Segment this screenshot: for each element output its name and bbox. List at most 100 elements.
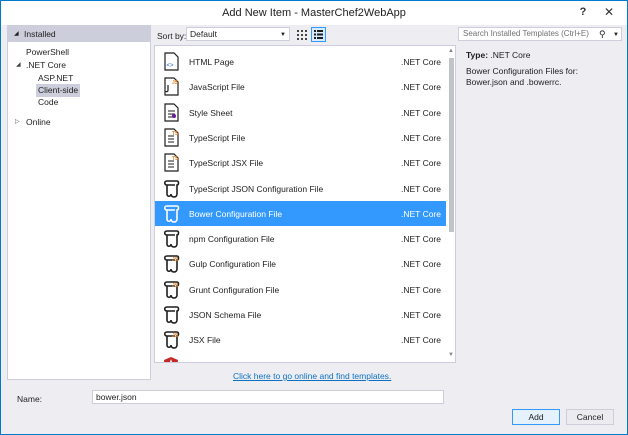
template-item[interactable]: JS Grunt Configuration File .NET Core	[155, 277, 446, 302]
installed-header[interactable]: ◢ Installed	[8, 26, 150, 42]
close-button[interactable]: ✕	[599, 3, 619, 21]
template-name: JSX File	[189, 335, 221, 346]
svg-text:TS: TS	[172, 156, 179, 162]
installed-label: Installed	[24, 29, 56, 39]
template-name: HTML Page	[189, 57, 235, 67]
name-input[interactable]: bower.json	[92, 390, 444, 404]
scrollbar-thumb[interactable]	[449, 58, 454, 232]
template-platform: .NET Core	[401, 57, 441, 67]
javascript-file-icon: JS	[162, 77, 180, 96]
template-platform: .NET Core	[401, 284, 441, 295]
json-config-icon	[162, 229, 180, 248]
help-button[interactable]: ?	[573, 3, 593, 21]
expanded-arrow-icon[interactable]: ◢	[16, 59, 21, 72]
sort-by-label: Sort by:	[157, 31, 187, 41]
template-name: npm Configuration File	[189, 234, 275, 245]
template-name: JavaScript File	[189, 82, 245, 93]
svg-text:JS: JS	[172, 283, 179, 289]
tree-item-powershell[interactable]: PowerShell	[26, 46, 69, 59]
template-details: Type: .NET Core Bower Configuration File…	[458, 45, 624, 363]
template-platform: .NET Core	[401, 183, 441, 194]
collapsed-arrow-icon[interactable]: ▷	[15, 116, 20, 129]
title-bar: Add New Item - MasterChef2WebApp ? ✕	[1, 1, 627, 25]
html-page-icon: <>	[162, 52, 180, 71]
template-platform: .NET Core	[401, 259, 441, 270]
json-config-icon	[162, 204, 180, 223]
style-sheet-icon	[162, 102, 180, 122]
template-item[interactable]: Bower Configuration File .NET Core	[155, 200, 446, 226]
search-icon[interactable]: ⚲	[599, 28, 606, 40]
svg-text:JS: JS	[172, 333, 179, 339]
template-item[interactable]: npm Configuration File .NET Core	[155, 226, 446, 251]
template-name: TypeScript JSX File	[189, 158, 264, 169]
template-item[interactable]: TS TypeScript JSX File .NET Core	[155, 150, 446, 175]
tree-item-online[interactable]: Online	[26, 116, 51, 129]
template-item[interactable]: TypeScript JSON Configuration File .NET C…	[155, 176, 446, 201]
json-js-icon: JS	[162, 280, 180, 299]
svg-text:JS: JS	[172, 80, 179, 86]
type-line: Type: .NET Core	[466, 50, 530, 60]
typescript-file-icon: TS	[162, 128, 180, 147]
template-list: <> HTML Page .NET Core JS JavaScript File .NE…	[154, 45, 456, 363]
sort-by-dropdown[interactable]: Default ▼	[186, 27, 290, 41]
svg-text:TS: TS	[172, 131, 179, 137]
svg-text:<>: <>	[167, 63, 175, 69]
template-platform: .NET Core	[401, 310, 441, 320]
grid-view-icon	[297, 30, 307, 40]
tree-item-net-core[interactable]: .NET Core	[26, 59, 66, 72]
expanded-arrow-icon: ◢	[14, 31, 19, 37]
scroll-down-icon[interactable]: ▼	[448, 352, 454, 358]
template-item[interactable]: JS Gulp Configuration File .NET Core	[155, 251, 446, 276]
template-item[interactable]: JS JavaScript File .NET Core	[155, 74, 446, 99]
type-label: Type:	[466, 50, 489, 60]
add-button[interactable]: Add	[512, 409, 560, 425]
template-name: Bower Configuration File	[189, 208, 283, 219]
type-value: .NET Core	[490, 50, 531, 60]
template-item[interactable]: <> HTML Page .NET Core	[155, 49, 446, 74]
dialog-title: Add New Item - MasterChef2WebApp	[222, 7, 406, 19]
chevron-down-icon[interactable]: ▼	[613, 29, 619, 41]
svg-text:JS: JS	[172, 257, 179, 263]
template-name: TypeScript JSON Configuration File	[189, 183, 324, 194]
json-config-icon	[162, 305, 180, 324]
template-name: Grunt Configuration File	[189, 284, 280, 295]
sort-by-value: Default	[190, 29, 217, 39]
template-item[interactable]: Style Sheet .NET Core	[155, 100, 446, 125]
name-label: Name:	[17, 394, 43, 404]
jsx-file-icon: JS	[162, 330, 180, 350]
template-platform: .NET Core	[401, 208, 441, 219]
tree-item-code[interactable]: Code	[38, 96, 58, 109]
template-name: AngularJs Controller	[189, 361, 266, 362]
json-js-icon: JS	[162, 254, 180, 274]
chevron-down-icon: ▼	[280, 32, 286, 38]
template-platform: .NET Core	[401, 335, 441, 346]
add-new-item-dialog: Add New Item - MasterChef2WebApp ? ✕ ◢ I…	[0, 0, 628, 435]
list-view-button[interactable]	[311, 27, 326, 42]
template-name: Style Sheet	[189, 107, 233, 118]
search-templates-input[interactable]: Search Installed Templates (Ctrl+E) ⚲ ▼	[458, 27, 622, 41]
template-name: JSON Schema File	[189, 310, 262, 320]
scroll-up-icon[interactable]: ▲	[448, 48, 454, 54]
template-platform: .NET Core	[401, 234, 441, 245]
list-view-icon	[314, 30, 323, 39]
template-item[interactable]: AngularJs Controller .NET Core	[155, 353, 446, 362]
find-templates-online-link[interactable]: Click here to go online and find templat…	[233, 371, 391, 381]
template-platform: .NET Core	[401, 361, 441, 362]
template-platform: .NET Core	[401, 82, 441, 93]
template-platform: .NET Core	[401, 132, 441, 143]
template-item[interactable]: JS JSX File .NET Core	[155, 327, 446, 352]
template-platform: .NET Core	[401, 158, 441, 169]
typescript-jsx-file-icon: TS	[162, 153, 180, 172]
category-tree: ◢ Installed PowerShell ◢ .NET Core ASP.N…	[7, 25, 151, 380]
search-placeholder: Search Installed Templates (Ctrl+E)	[463, 29, 589, 38]
template-item[interactable]: TS TypeScript File .NET Core	[155, 125, 446, 150]
json-config-icon	[162, 179, 180, 198]
grid-view-button[interactable]	[294, 27, 309, 42]
template-description: Bower Configuration Files for: Bower.jso…	[466, 66, 578, 87]
template-item[interactable]: JSON Schema File .NET Core	[155, 302, 446, 327]
angular-icon	[162, 356, 180, 362]
cancel-button[interactable]: Cancel	[566, 409, 614, 425]
template-name: Gulp Configuration File	[189, 259, 276, 270]
template-platform: .NET Core	[401, 107, 441, 118]
template-name: TypeScript File	[189, 132, 246, 143]
